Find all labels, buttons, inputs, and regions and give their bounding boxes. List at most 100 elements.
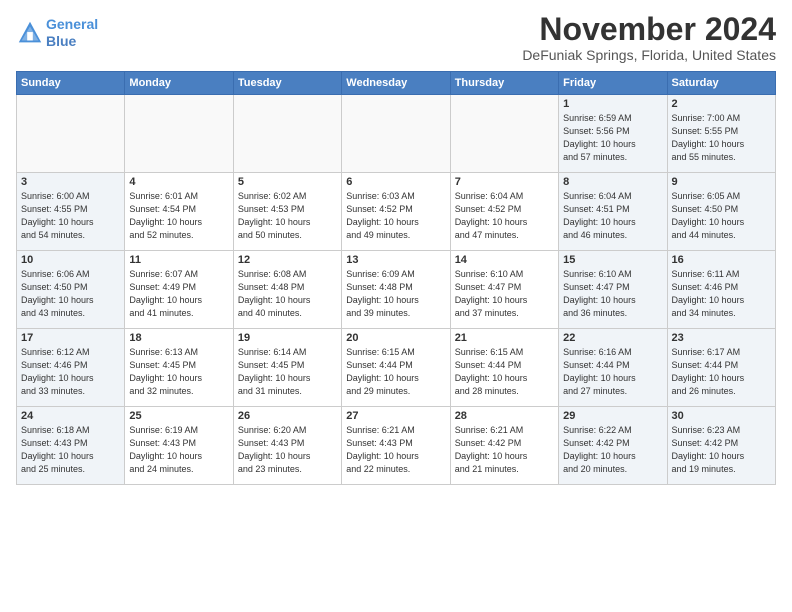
day-cell-18: 18 Sunrise: 6:13 AM Sunset: 4:45 PM Dayli… [125, 329, 233, 407]
day-number: 9 [672, 176, 771, 188]
day-info: Sunrise: 6:02 AM Sunset: 4:53 PM Dayligh… [238, 190, 337, 242]
day-info: Sunrise: 6:22 AM Sunset: 4:42 PM Dayligh… [563, 424, 662, 476]
day-cell-6: 6 Sunrise: 6:03 AM Sunset: 4:52 PM Daylig… [342, 173, 450, 251]
day-info: Sunrise: 6:23 AM Sunset: 4:42 PM Dayligh… [672, 424, 771, 476]
day-number: 28 [455, 410, 554, 422]
day-cell-24: 24 Sunrise: 6:18 AM Sunset: 4:43 PM Dayli… [17, 407, 125, 485]
title-block: November 2024 DeFuniak Springs, Florida,… [522, 12, 776, 63]
calendar-table: SundayMondayTuesdayWednesdayThursdayFrid… [16, 71, 776, 485]
day-number: 26 [238, 410, 337, 422]
day-cell-8: 8Sunrise: 6:04 AM Sunset: 4:51 PM Daylig… [559, 173, 667, 251]
week-row-5: 24 Sunrise: 6:18 AM Sunset: 4:43 PM Dayli… [17, 407, 776, 485]
col-header-thursday: Thursday [450, 72, 558, 95]
day-info: Sunrise: 6:07 AM Sunset: 4:49 PM Dayligh… [129, 268, 228, 320]
day-cell-15: 15 Sunrise: 6:10 AM Sunset: 4:47 PM Dayli… [559, 251, 667, 329]
col-header-saturday: Saturday [667, 72, 775, 95]
day-info: Sunrise: 6:03 AM Sunset: 4:52 PM Dayligh… [346, 190, 445, 242]
day-number: 7 [455, 176, 554, 188]
empty-cell [450, 95, 558, 173]
empty-cell [17, 95, 125, 173]
day-number: 30 [672, 410, 771, 422]
day-cell-16: 16Sunrise: 6:11 AM Sunset: 4:46 PM Dayli… [667, 251, 775, 329]
day-info: Sunrise: 6:21 AM Sunset: 4:43 PM Dayligh… [346, 424, 445, 476]
day-number: 11 [129, 254, 228, 266]
day-number: 18 [129, 332, 228, 344]
day-cell-30: 30 Sunrise: 6:23 AM Sunset: 4:42 PM Dayli… [667, 407, 775, 485]
day-info: Sunrise: 6:05 AM Sunset: 4:50 PM Dayligh… [672, 190, 771, 242]
day-number: 23 [672, 332, 771, 344]
day-cell-23: 23 Sunrise: 6:17 AM Sunset: 4:44 PM Dayli… [667, 329, 775, 407]
day-info: Sunrise: 6:21 AM Sunset: 4:42 PM Dayligh… [455, 424, 554, 476]
day-info: Sunrise: 6:00 AM Sunset: 4:55 PM Dayligh… [21, 190, 120, 242]
day-number: 24 [21, 410, 120, 422]
page-container: General Blue November 2024 DeFuniak Spri… [0, 0, 792, 493]
empty-cell [342, 95, 450, 173]
day-cell-28: 28 Sunrise: 6:21 AM Sunset: 4:42 PM Dayli… [450, 407, 558, 485]
day-cell-26: 26 Sunrise: 6:20 AM Sunset: 4:43 PM Dayli… [233, 407, 341, 485]
day-info: Sunrise: 6:13 AM Sunset: 4:45 PM Dayligh… [129, 346, 228, 398]
day-number: 29 [563, 410, 662, 422]
day-info: Sunrise: 6:17 AM Sunset: 4:44 PM Dayligh… [672, 346, 771, 398]
location: DeFuniak Springs, Florida, United States [522, 47, 776, 63]
week-row-4: 17 Sunrise: 6:12 AM Sunset: 4:46 PM Dayli… [17, 329, 776, 407]
day-number: 15 [563, 254, 662, 266]
day-info: Sunrise: 6:20 AM Sunset: 4:43 PM Dayligh… [238, 424, 337, 476]
day-number: 21 [455, 332, 554, 344]
day-number: 1 [563, 98, 662, 110]
day-info: Sunrise: 6:15 AM Sunset: 4:44 PM Dayligh… [346, 346, 445, 398]
day-info: Sunrise: 6:10 AM Sunset: 4:47 PM Dayligh… [455, 268, 554, 320]
day-number: 19 [238, 332, 337, 344]
logo-icon [16, 19, 44, 47]
day-number: 22 [563, 332, 662, 344]
day-cell-11: 11 Sunrise: 6:07 AM Sunset: 4:49 PM Dayli… [125, 251, 233, 329]
day-number: 6 [346, 176, 445, 188]
day-cell-1: 1Sunrise: 6:59 AM Sunset: 5:56 PM Daylig… [559, 95, 667, 173]
day-cell-19: 19Sunrise: 6:14 AM Sunset: 4:45 PM Dayli… [233, 329, 341, 407]
day-cell-4: 4 Sunrise: 6:01 AM Sunset: 4:54 PM Daylig… [125, 173, 233, 251]
col-header-wednesday: Wednesday [342, 72, 450, 95]
day-number: 8 [563, 176, 662, 188]
calendar-header-row: SundayMondayTuesdayWednesdayThursdayFrid… [17, 72, 776, 95]
day-cell-5: 5Sunrise: 6:02 AM Sunset: 4:53 PM Daylig… [233, 173, 341, 251]
day-number: 13 [346, 254, 445, 266]
logo: General Blue [16, 16, 98, 50]
day-cell-3: 3Sunrise: 6:00 AM Sunset: 4:55 PM Daylig… [17, 173, 125, 251]
day-number: 17 [21, 332, 120, 344]
day-info: Sunrise: 6:08 AM Sunset: 4:48 PM Dayligh… [238, 268, 337, 320]
day-number: 4 [129, 176, 228, 188]
day-cell-10: 10Sunrise: 6:06 AM Sunset: 4:50 PM Dayli… [17, 251, 125, 329]
day-cell-21: 21 Sunrise: 6:15 AM Sunset: 4:44 PM Dayli… [450, 329, 558, 407]
day-cell-27: 27Sunrise: 6:21 AM Sunset: 4:43 PM Dayli… [342, 407, 450, 485]
col-header-friday: Friday [559, 72, 667, 95]
day-cell-14: 14Sunrise: 6:10 AM Sunset: 4:47 PM Dayli… [450, 251, 558, 329]
day-cell-29: 29 Sunrise: 6:22 AM Sunset: 4:42 PM Dayli… [559, 407, 667, 485]
day-info: Sunrise: 6:11 AM Sunset: 4:46 PM Dayligh… [672, 268, 771, 320]
day-info: Sunrise: 6:16 AM Sunset: 4:44 PM Dayligh… [563, 346, 662, 398]
day-info: Sunrise: 6:09 AM Sunset: 4:48 PM Dayligh… [346, 268, 445, 320]
day-info: Sunrise: 6:15 AM Sunset: 4:44 PM Dayligh… [455, 346, 554, 398]
day-cell-2: 2Sunrise: 7:00 AM Sunset: 5:55 PM Daylig… [667, 95, 775, 173]
week-row-3: 10Sunrise: 6:06 AM Sunset: 4:50 PM Dayli… [17, 251, 776, 329]
day-cell-25: 25 Sunrise: 6:19 AM Sunset: 4:43 PM Dayli… [125, 407, 233, 485]
day-cell-12: 12 Sunrise: 6:08 AM Sunset: 4:48 PM Dayli… [233, 251, 341, 329]
day-number: 12 [238, 254, 337, 266]
col-header-monday: Monday [125, 72, 233, 95]
day-info: Sunrise: 6:19 AM Sunset: 4:43 PM Dayligh… [129, 424, 228, 476]
day-number: 25 [129, 410, 228, 422]
day-cell-9: 9 Sunrise: 6:05 AM Sunset: 4:50 PM Daylig… [667, 173, 775, 251]
month-title: November 2024 [522, 12, 776, 47]
day-info: Sunrise: 6:18 AM Sunset: 4:43 PM Dayligh… [21, 424, 120, 476]
day-cell-20: 20Sunrise: 6:15 AM Sunset: 4:44 PM Dayli… [342, 329, 450, 407]
day-info: Sunrise: 6:04 AM Sunset: 4:52 PM Dayligh… [455, 190, 554, 242]
day-info: Sunrise: 6:01 AM Sunset: 4:54 PM Dayligh… [129, 190, 228, 242]
day-info: Sunrise: 6:10 AM Sunset: 4:47 PM Dayligh… [563, 268, 662, 320]
logo-line2: Blue [46, 33, 76, 49]
empty-cell [233, 95, 341, 173]
day-number: 2 [672, 98, 771, 110]
day-info: Sunrise: 6:12 AM Sunset: 4:46 PM Dayligh… [21, 346, 120, 398]
logo-line1: General [46, 16, 98, 32]
day-number: 10 [21, 254, 120, 266]
day-cell-7: 7 Sunrise: 6:04 AM Sunset: 4:52 PM Daylig… [450, 173, 558, 251]
col-header-tuesday: Tuesday [233, 72, 341, 95]
empty-cell [125, 95, 233, 173]
